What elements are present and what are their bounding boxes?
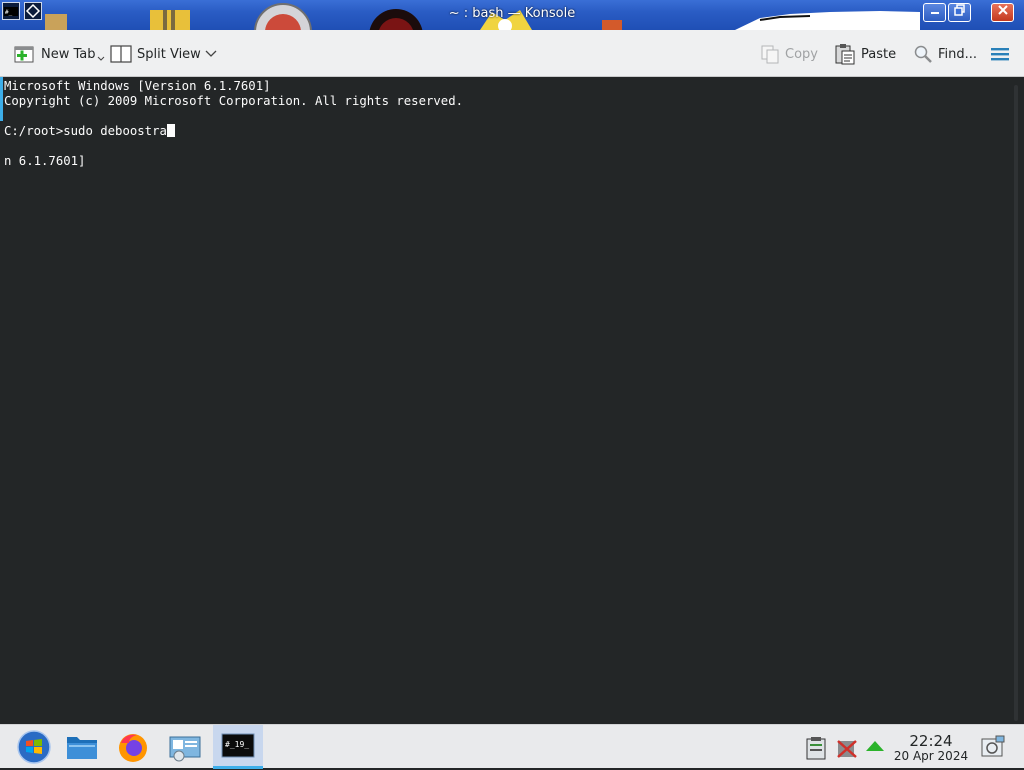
clipboard-icon <box>806 737 826 760</box>
maximize-button[interactable] <box>948 3 971 22</box>
terminal-prompt-line[interactable]: C:/root>sudo deboostra <box>4 124 175 139</box>
terminal-command-input[interactable]: sudo deboostra <box>63 124 167 138</box>
taskbar: #_19_ 22:24 20 Apr 2024 <box>0 724 1024 769</box>
updates-tray-button[interactable] <box>862 729 888 765</box>
chevron-down-icon <box>97 56 104 61</box>
split-view-button[interactable]: Split View <box>110 40 201 68</box>
hamburger-menu-icon <box>991 48 1009 61</box>
konsole-toolbar: New Tab Split View Copy Paste Find... <box>0 30 1024 77</box>
terminal-view[interactable]: Microsoft Windows [Version 6.1.7601] Cop… <box>0 77 1024 724</box>
clipboard-tray-button[interactable] <box>800 729 832 765</box>
restore-icon <box>953 4 965 16</box>
paste-button[interactable]: Paste <box>834 40 896 68</box>
show-desktop-icon <box>981 735 1005 757</box>
split-view-icon <box>110 45 132 63</box>
close-button[interactable] <box>991 3 1014 22</box>
terminal-focus-indicator <box>0 77 3 121</box>
search-icon <box>914 45 932 63</box>
start-menu-button[interactable] <box>14 729 54 765</box>
paste-label: Paste <box>861 46 897 62</box>
find-label: Find... <box>938 46 978 62</box>
new-tab-button[interactable]: New Tab <box>14 40 110 68</box>
window-titlebar[interactable]: #_ ~ : bash — Konsole <box>0 0 1024 30</box>
clock-time[interactable]: 22:24 <box>895 732 967 750</box>
network-settings-icon <box>169 736 201 762</box>
new-tab-label: New Tab <box>41 46 96 62</box>
text-cursor <box>166 124 175 137</box>
copy-label: Copy <box>785 46 818 62</box>
minimize-icon <box>930 12 939 14</box>
split-view-dropdown[interactable] <box>204 40 223 68</box>
split-view-label: Split View <box>137 46 201 62</box>
terminal-prompt: C:/root> <box>4 124 64 138</box>
new-tab-icon <box>14 46 34 63</box>
chevron-down-icon <box>205 50 217 57</box>
network-settings-taskbar-button[interactable] <box>165 729 205 765</box>
copy-icon <box>761 45 779 64</box>
hamburger-menu-button[interactable] <box>990 40 1015 68</box>
terminal-line: Copyright (c) 2009 Microsoft Corporation… <box>4 94 464 108</box>
volume-muted-icon <box>837 740 857 758</box>
clock-date[interactable]: 20 Apr 2024 <box>890 749 972 763</box>
file-manager-taskbar-button[interactable] <box>62 729 102 765</box>
minimize-button[interactable] <box>923 3 946 22</box>
konsole-taskbar-button[interactable]: #_19_ <box>213 725 263 769</box>
windows-start-icon <box>17 730 51 764</box>
terminal-line: n 6.1.7601] <box>4 154 86 168</box>
window-title: ~ : bash — Konsole <box>448 6 576 21</box>
folder-icon <box>67 737 97 759</box>
svg-text:#_19_: #_19_ <box>225 740 249 749</box>
paste-icon <box>835 44 855 65</box>
show-desktop-button[interactable] <box>978 729 1008 765</box>
terminal-scrollbar[interactable] <box>1014 85 1018 721</box>
copy-button[interactable]: Copy <box>760 40 818 68</box>
firefox-icon <box>119 734 147 762</box>
find-button[interactable]: Find... <box>913 40 977 68</box>
audio-tray-button[interactable] <box>832 729 862 765</box>
arrow-up-icon <box>866 741 884 751</box>
terminal-line: Microsoft Windows [Version 6.1.7601] <box>4 79 271 93</box>
close-icon <box>997 5 1008 15</box>
firefox-taskbar-button[interactable] <box>113 729 153 765</box>
konsole-icon: #_19_ <box>221 733 255 758</box>
